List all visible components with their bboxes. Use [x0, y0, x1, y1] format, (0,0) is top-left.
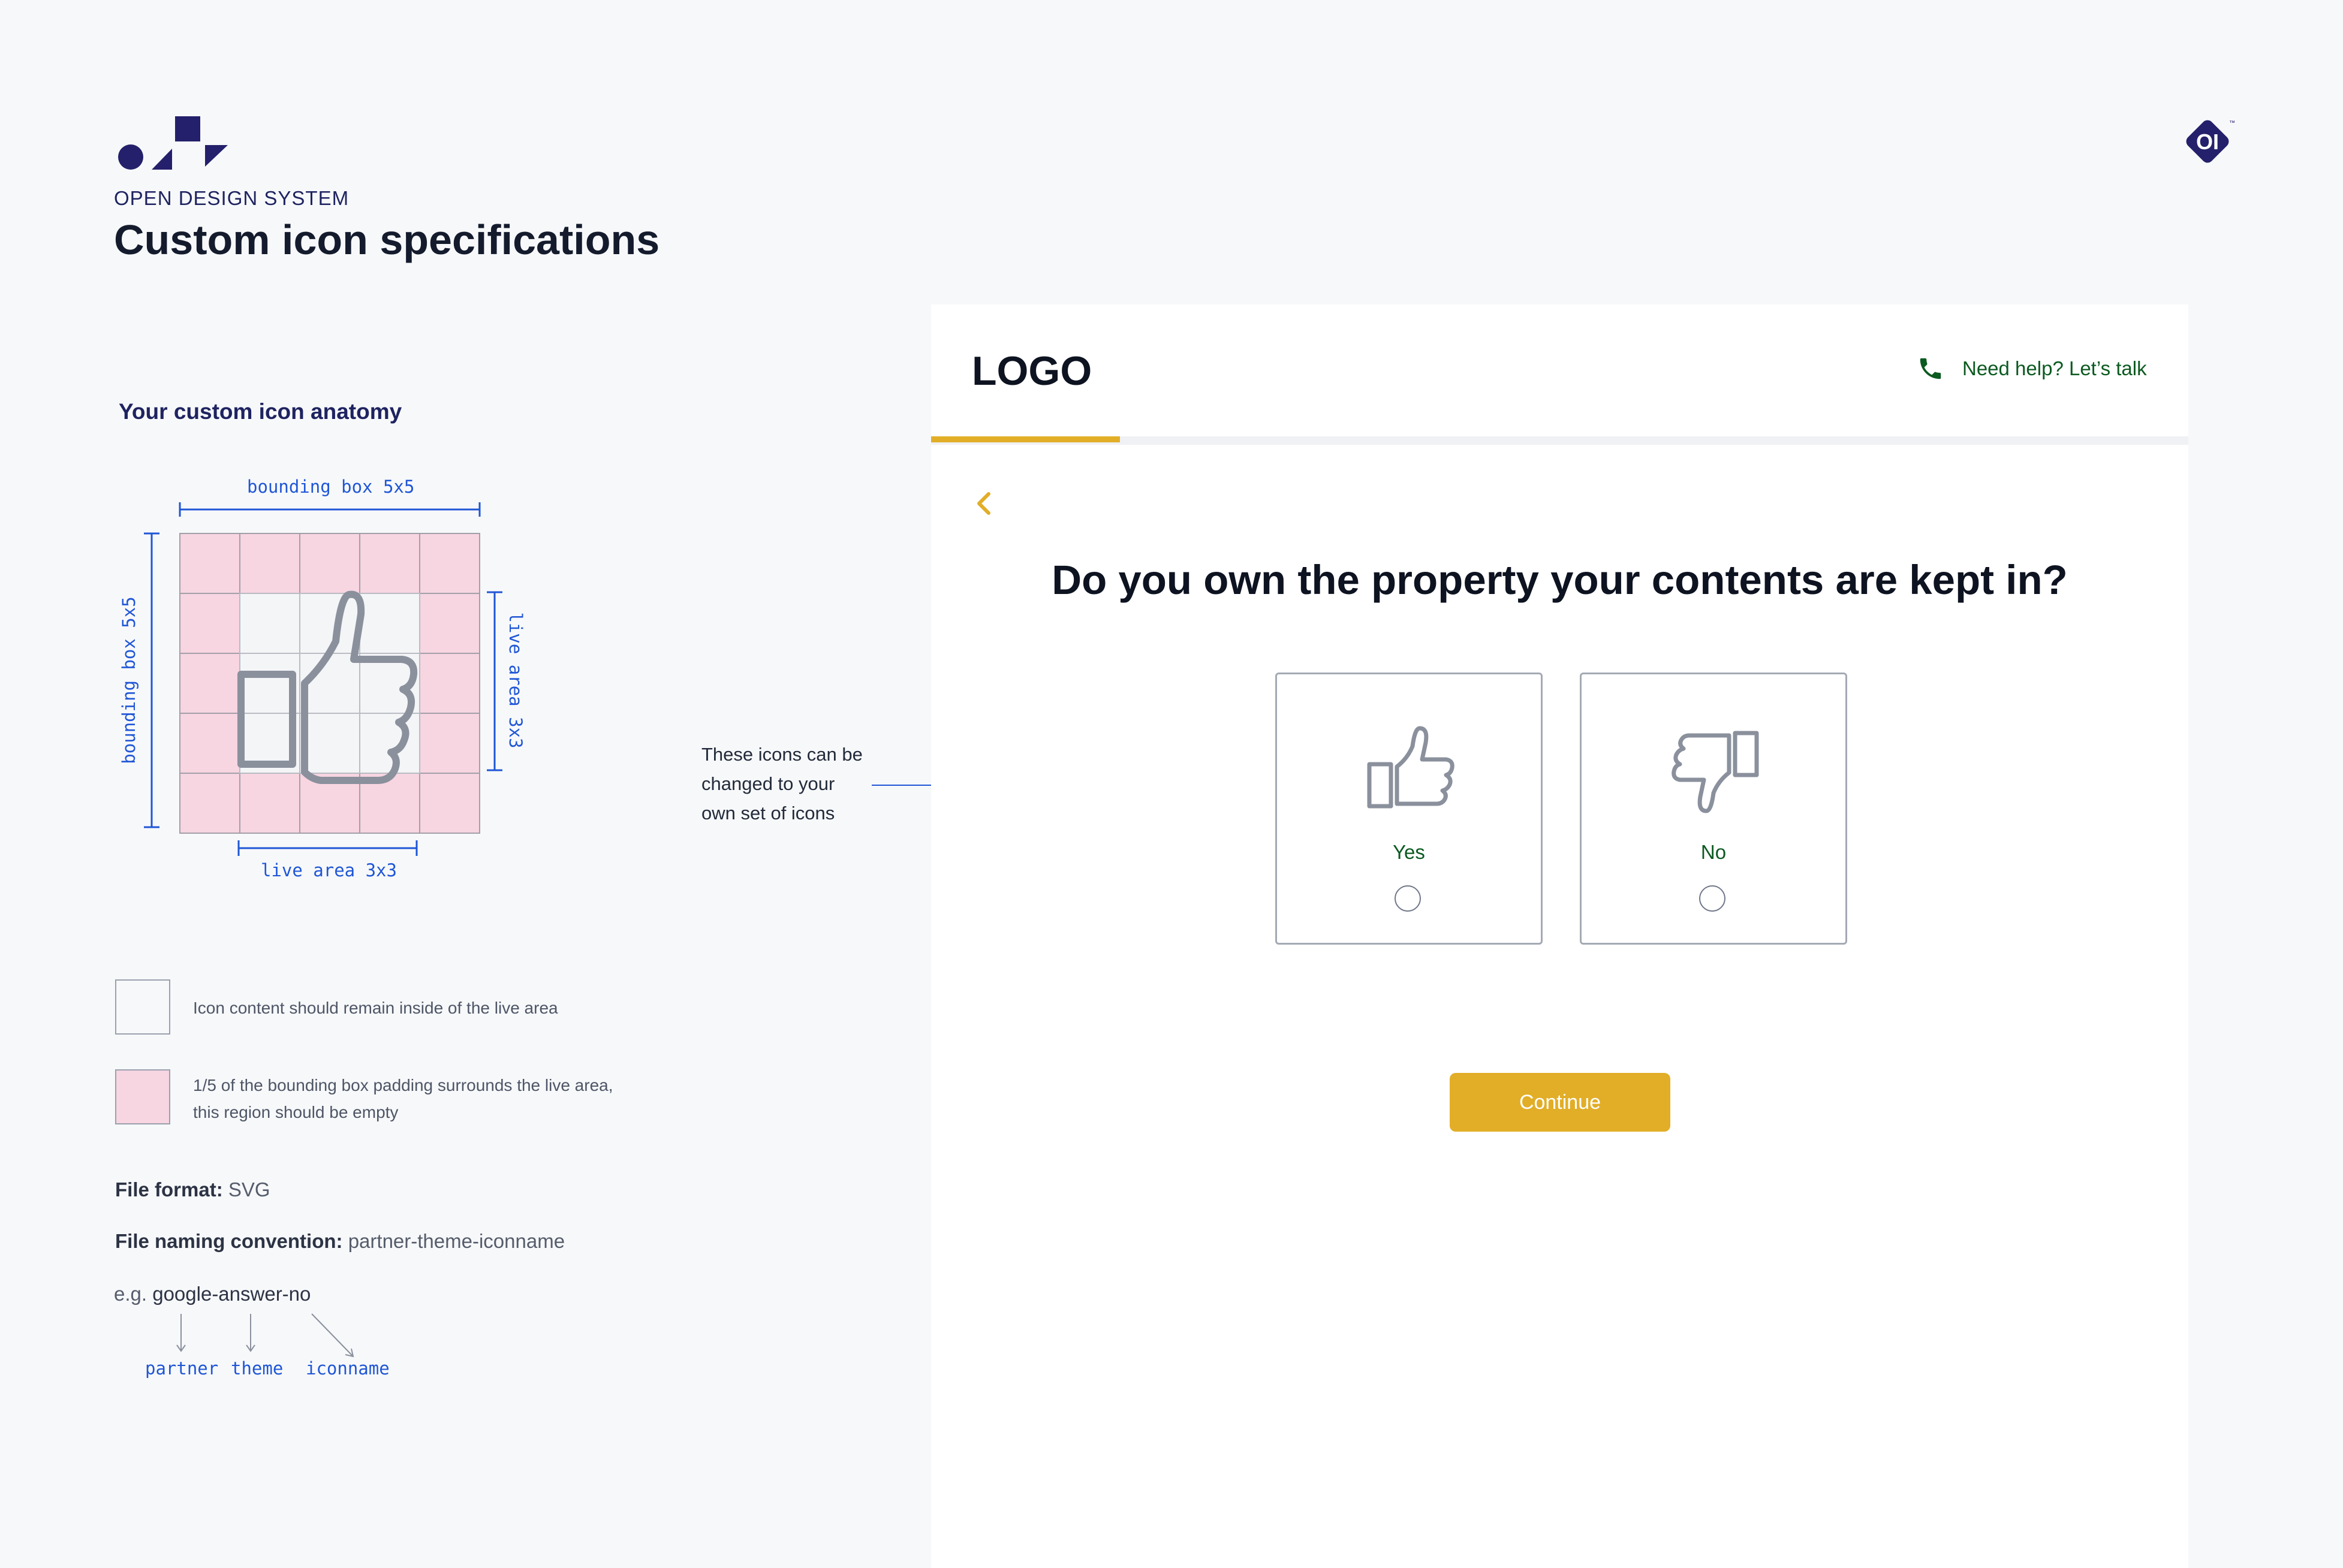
option-no-radio[interactable]: [1699, 885, 1725, 912]
file-naming-value: partner-theme-iconname: [348, 1230, 565, 1252]
callout-line-1: These icons can be: [701, 744, 863, 765]
option-no-card[interactable]: No: [1580, 673, 1847, 945]
legend-live-area-text: Icon content should remain inside of the…: [193, 999, 558, 1017]
part-label-iconname: iconname: [306, 1358, 390, 1379]
option-no-label: No: [1700, 841, 1727, 863]
svg-text:™: ™: [2229, 120, 2235, 126]
app-logo[interactable]: LOGO: [972, 348, 1092, 394]
callout-line-3: own set of icons: [701, 803, 835, 824]
live-area-bottom-label: live area 3x3: [261, 860, 397, 881]
back-chevron-icon[interactable]: [973, 490, 995, 517]
legend-padding-swatch: [115, 1069, 170, 1124]
option-yes-label: Yes: [1393, 841, 1425, 863]
help-link[interactable]: Need help? Let’s talk: [1962, 357, 2147, 380]
icon-anatomy-diagram: [144, 502, 502, 856]
brand-shapes-logo: [118, 116, 228, 170]
bounding-box-top-label: bounding box 5x5: [247, 477, 415, 497]
file-format-label: File format:: [115, 1178, 223, 1201]
callout-text: These icons can be changed to your own s…: [701, 740, 863, 828]
option-yes-card[interactable]: Yes: [1275, 673, 1543, 945]
thumbs-up-icon: [1367, 726, 1454, 809]
app-preview-panel: LOGO Need help? Let’s talk Do you own th…: [931, 304, 2188, 1568]
callout-line-2: changed to your: [701, 773, 835, 794]
option-yes-radio[interactable]: [1395, 885, 1421, 912]
file-format-value: SVG: [228, 1178, 270, 1201]
progress-fill: [931, 436, 1120, 442]
continue-button[interactable]: Continue: [1450, 1073, 1670, 1132]
live-area-region: [239, 593, 420, 774]
legend-live-area-swatch: [115, 979, 170, 1035]
example-line: e.g. google-answer-no: [114, 1283, 311, 1305]
bounding-box-left-label: bounding box 5x5: [119, 596, 139, 764]
legend-padding-text-line2: this region should be empty: [193, 1103, 399, 1121]
brand-kicker: OPEN DESIGN SYSTEM: [114, 187, 350, 209]
question-heading: Do you own the property your contents ar…: [1052, 557, 2068, 603]
legend-padding-text-line1: 1/5 of the bounding box padding surround…: [193, 1076, 613, 1094]
naming-arrows: [176, 1313, 354, 1358]
page-title: Custom icon specifications: [114, 216, 660, 263]
phone-icon: [1920, 358, 1941, 379]
anatomy-heading: Your custom icon anatomy: [119, 399, 402, 424]
badge-label: OI: [2196, 129, 2219, 154]
live-area-right-label: live area 3x3: [505, 612, 526, 749]
file-format-line: File format: SVG: [115, 1178, 270, 1201]
part-label-partner: partner: [145, 1358, 219, 1379]
example-value: google-answer-no: [152, 1283, 311, 1305]
part-label-theme: theme: [231, 1358, 284, 1379]
file-naming-line: File naming convention: partner-theme-ic…: [115, 1230, 565, 1253]
corner-badge: ™ OI: [2179, 113, 2236, 170]
file-naming-label: File naming convention:: [115, 1230, 343, 1252]
thumbs-down-icon: [1672, 731, 1759, 813]
example-prefix: e.g.: [114, 1283, 147, 1305]
